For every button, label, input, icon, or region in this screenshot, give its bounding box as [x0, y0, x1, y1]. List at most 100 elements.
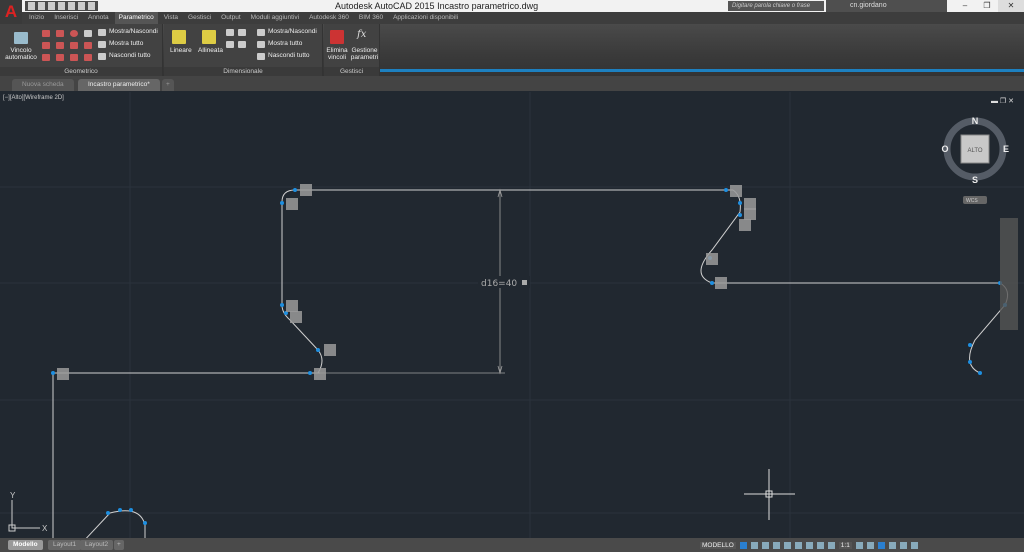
- lineweight-icon[interactable]: [805, 541, 813, 549]
- grip-point[interactable]: [118, 508, 122, 512]
- tab-bim360[interactable]: BIM 360: [355, 12, 387, 24]
- dimension-label[interactable]: d16=40: [481, 279, 517, 289]
- grip-point[interactable]: [738, 201, 742, 205]
- user-account[interactable]: cn.giordano: [826, 0, 947, 12]
- grip-point[interactable]: [710, 281, 714, 285]
- parameters-manager-button[interactable]: Gestione parametri: [350, 47, 379, 61]
- model-space-toggle[interactable]: MODELLO: [700, 541, 736, 549]
- grip-point[interactable]: [968, 360, 972, 364]
- grip-point[interactable]: [129, 508, 133, 512]
- tab-output[interactable]: Output: [217, 12, 245, 24]
- dim-show-hide-button[interactable]: Mostra/Nascondi: [268, 28, 317, 35]
- viewport-controls-label[interactable]: [−][Alto][Wireframe 2D]: [3, 95, 64, 101]
- new-tab-button[interactable]: +: [162, 79, 174, 91]
- otrack-icon[interactable]: [794, 541, 802, 549]
- tab-vista[interactable]: Vista: [160, 12, 182, 24]
- doc-tab-new[interactable]: Nuova scheda: [12, 79, 74, 91]
- show-all-button[interactable]: Mostra tutto: [109, 40, 143, 47]
- grip-point[interactable]: [51, 371, 55, 375]
- delete-constraints-button[interactable]: Elimina vincoli: [325, 47, 349, 61]
- ortho-icon[interactable]: [761, 541, 769, 549]
- smooth-icon[interactable]: [56, 54, 64, 61]
- tab-parametrico[interactable]: Parametrico: [114, 12, 158, 24]
- tab-annota[interactable]: Annota: [84, 12, 113, 24]
- tangent-constraint-icon[interactable]: [706, 253, 718, 265]
- aligned-button[interactable]: Allineata: [198, 47, 223, 54]
- quick-access-toolbar[interactable]: [25, 1, 98, 11]
- customization-menu-icon[interactable]: [910, 541, 918, 549]
- isolate-icon[interactable]: [877, 541, 885, 549]
- grip-point[interactable]: [724, 188, 728, 192]
- tangent-constraint-icon[interactable]: [744, 208, 756, 220]
- search-input[interactable]: Digitare parola chiave o frase: [728, 1, 824, 11]
- tangent-constraint-icon[interactable]: [314, 368, 326, 380]
- drawing-canvas[interactable]: d16=40 Y X ALTO N S E O WCS: [0, 92, 1024, 538]
- grid-icon[interactable]: [739, 541, 747, 549]
- tab-applicazioni[interactable]: Applicazioni disponibili: [389, 12, 462, 24]
- annotation-visibility-icon[interactable]: [827, 541, 835, 549]
- close-button[interactable]: ✕: [998, 0, 1024, 12]
- vertical-icon[interactable]: [84, 42, 92, 49]
- annotation-scale[interactable]: 1:1: [838, 541, 852, 549]
- tangent-constraint-icon[interactable]: [286, 198, 298, 210]
- tab-moduli[interactable]: Moduli aggiuntivi: [247, 12, 303, 24]
- doc-tab-incastro[interactable]: Incastro parametrico*: [78, 79, 160, 91]
- workspace-gear-icon[interactable]: [855, 541, 863, 549]
- dim-show-all-button[interactable]: Mostra tutto: [268, 40, 302, 47]
- add-layout-button[interactable]: +: [114, 540, 124, 550]
- show-hide-button[interactable]: Mostra/Nascondi: [109, 28, 158, 35]
- dim-hide-all-button[interactable]: Nascondi tutto: [268, 52, 310, 59]
- navigation-bar[interactable]: [1000, 218, 1018, 330]
- coincident-icon[interactable]: [42, 30, 50, 37]
- equal-icon[interactable]: [84, 54, 92, 61]
- grip-point[interactable]: [143, 521, 147, 525]
- tab-gestisci[interactable]: Gestisci: [184, 12, 215, 24]
- polar-icon[interactable]: [772, 541, 780, 549]
- horizontal-icon[interactable]: [70, 42, 78, 49]
- clean-screen-icon[interactable]: [899, 541, 907, 549]
- annotation-icon[interactable]: [816, 541, 824, 549]
- grip-point[interactable]: [316, 348, 320, 352]
- tangent-constraint-icon[interactable]: [57, 368, 69, 380]
- grip-point[interactable]: [280, 201, 284, 205]
- grip-point[interactable]: [106, 511, 110, 515]
- grip-point[interactable]: [293, 188, 297, 192]
- viewport-window-controls[interactable]: ▬ ❐ ✕: [991, 97, 1014, 105]
- diameter-icon[interactable]: [238, 29, 246, 36]
- osnap-icon[interactable]: [783, 541, 791, 549]
- tangent-constraint-icon[interactable]: [300, 184, 312, 196]
- user-name[interactable]: cn.giordano: [850, 2, 887, 9]
- tangent-constraint-icon[interactable]: [730, 185, 742, 197]
- grip-point[interactable]: [280, 303, 284, 307]
- hide-all-button[interactable]: Nascondi tutto: [109, 52, 151, 59]
- tab-autodesk360[interactable]: Autodesk 360: [305, 12, 353, 24]
- symmetric-icon[interactable]: [70, 54, 78, 61]
- perpendicular-icon[interactable]: [56, 42, 64, 49]
- restore-button[interactable]: ❐: [976, 0, 998, 12]
- fix-icon[interactable]: [84, 30, 92, 37]
- grip-point[interactable]: [968, 343, 972, 347]
- minimize-button[interactable]: –: [954, 0, 976, 12]
- grip-point[interactable]: [738, 213, 742, 217]
- tab-inizio[interactable]: Inizio: [25, 12, 48, 24]
- layout-tab-modello[interactable]: Modello: [8, 540, 43, 550]
- angular-icon[interactable]: [226, 41, 234, 48]
- viewcube[interactable]: ALTO N S E O WCS: [941, 116, 1009, 204]
- tangent-constraint-icon[interactable]: [290, 311, 302, 323]
- tangent-constraint-icon[interactable]: [286, 300, 298, 312]
- concentric-icon[interactable]: [70, 30, 78, 37]
- linear-button[interactable]: Lineare: [170, 47, 192, 54]
- radius-icon[interactable]: [226, 29, 234, 36]
- grip-point[interactable]: [978, 371, 982, 375]
- tab-inserisci[interactable]: Inserisci: [50, 12, 82, 24]
- tangent-icon[interactable]: [42, 54, 50, 61]
- grip-point[interactable]: [308, 371, 312, 375]
- layout-tab-layout2[interactable]: Layout2: [80, 540, 114, 550]
- app-menu-button[interactable]: A: [0, 0, 22, 24]
- auto-constrain-button[interactable]: Vincolo automatico: [5, 47, 37, 61]
- collinear-icon[interactable]: [56, 30, 64, 37]
- hardware-acceleration-icon[interactable]: [888, 541, 896, 549]
- plus-icon[interactable]: [866, 541, 874, 549]
- snap-icon[interactable]: [750, 541, 758, 549]
- tangent-constraint-icon[interactable]: [739, 219, 751, 231]
